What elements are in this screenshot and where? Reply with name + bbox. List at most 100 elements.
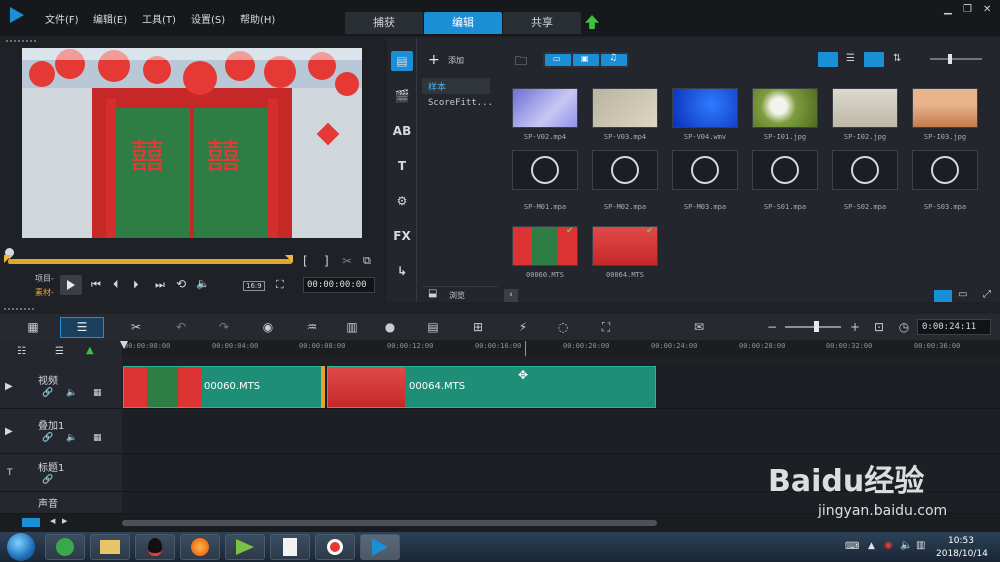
thumb-sp-m01[interactable] (512, 150, 578, 190)
clock-date[interactable]: 2018/10/14 (936, 549, 988, 559)
category-label[interactable]: ScoreFitt... (428, 98, 493, 108)
keyboard-tray-icon[interactable]: ⌨ (845, 541, 859, 552)
volume-tray-icon[interactable]: 🔈 (900, 540, 912, 551)
title-icon[interactable]: T (391, 156, 413, 176)
redo-icon[interactable]: ↷ (215, 319, 233, 335)
track-manager-icon[interactable]: ☷ (17, 346, 26, 357)
track-lane-overlay[interactable] (122, 409, 1000, 454)
path-icon[interactable]: ↳ (391, 261, 413, 281)
thumb-sp-s01[interactable] (752, 150, 818, 190)
add-folder-icon[interactable]: + (428, 52, 440, 68)
previous-frame-icon[interactable]: ⏴ (113, 278, 119, 292)
link-icon[interactable]: 🔗 (42, 433, 53, 443)
security-tray-icon[interactable]: ◉ (884, 540, 893, 551)
graphics-icon[interactable]: ⚙ (391, 191, 413, 211)
taskbar-explorer[interactable] (90, 534, 130, 560)
undo-icon[interactable]: ↶ (172, 319, 190, 335)
collapse-library-button[interactable]: ‹ (504, 289, 518, 302)
panel-layout-button-1[interactable] (934, 290, 952, 302)
repeat-icon[interactable]: ⟲ (176, 277, 186, 291)
next-frame-icon[interactable]: ⏵ (133, 278, 139, 292)
category-label[interactable]: 样本 (428, 80, 446, 93)
auto-music-icon[interactable]: ▥ (343, 319, 361, 335)
menu-help[interactable]: 帮助(H) (240, 11, 275, 26)
multi-camera-icon[interactable]: ⊞ (469, 319, 487, 335)
timeline-grip[interactable] (4, 308, 34, 311)
taskbar-recorder[interactable] (315, 534, 355, 560)
instant-project-icon[interactable]: 🎬 (391, 86, 413, 106)
track-header-voice[interactable] (0, 492, 122, 514)
zoom-fit-button[interactable] (22, 518, 40, 527)
taskbar-firefox[interactable] (180, 534, 220, 560)
track-mute-icon[interactable]: 🔈 (66, 433, 77, 443)
record-capture-icon[interactable]: ◉ (259, 319, 277, 335)
grid-view-button[interactable] (864, 52, 884, 67)
panel-layout-button-2[interactable]: ▭ (958, 289, 967, 300)
thumb-sp-v04[interactable] (672, 88, 738, 128)
mark-in-button[interactable]: [ (303, 254, 308, 268)
zoom-slider[interactable] (785, 326, 841, 328)
clip-trim-handle[interactable] (321, 366, 325, 408)
thumb-sp-m03[interactable] (672, 150, 738, 190)
menu-settings[interactable]: 设置(S) (191, 11, 225, 26)
thumb-sp-s02[interactable] (832, 150, 898, 190)
go-to-end-icon[interactable]: ⏭ (155, 278, 165, 292)
project-mode-label[interactable]: 项目- (35, 273, 54, 284)
thumbnail-size-handle[interactable] (948, 54, 952, 64)
transition-icon[interactable]: AB (391, 121, 413, 141)
menu-edit[interactable]: 编辑(E) (93, 11, 127, 26)
sound-mixer-icon[interactable]: ♒ (303, 319, 321, 335)
thumbnail-size-slider[interactable] (930, 58, 982, 60)
crop-icon[interactable]: ⛶ (276, 278, 284, 292)
taskbar-video-studio[interactable] (360, 534, 400, 560)
zoom-in-icon[interactable]: + (846, 319, 864, 335)
filter-fx-icon[interactable]: FX (391, 226, 413, 246)
tools-icon[interactable]: ✂ (127, 319, 145, 335)
thumb-sp-i03[interactable] (912, 88, 978, 128)
subtitle-editor-icon[interactable]: ▤ (424, 319, 442, 335)
list-view-icon[interactable]: ☰ (846, 53, 855, 64)
zoom-slider-handle[interactable] (814, 321, 819, 332)
track-grid-icon[interactable]: ▦ (93, 388, 102, 398)
volume-icon[interactable]: 🔈 (196, 277, 210, 290)
enlarge-preview-icon[interactable]: ⧉ (363, 254, 371, 268)
thumb-sp-s03[interactable] (912, 150, 978, 190)
timeline-timecode[interactable]: 0:00:24:11 (917, 319, 991, 335)
restore-icon[interactable]: ❐ (963, 4, 972, 15)
check-mark-icon[interactable]: ✉ (690, 319, 708, 335)
track-header-video[interactable] (0, 364, 122, 409)
playhead[interactable] (120, 341, 128, 349)
clip-mode-label[interactable]: 素材- (35, 287, 54, 298)
taskbar-browser-360[interactable] (45, 534, 85, 560)
scrubber-track[interactable] (8, 259, 292, 264)
scroll-left-icon[interactable]: ◀ (50, 517, 55, 525)
play-button[interactable] (60, 275, 82, 295)
aspect-ratio-button[interactable]: 16:9 (243, 281, 265, 291)
link-icon[interactable]: 🔗 (42, 388, 53, 398)
thumb-sp-i02[interactable] (832, 88, 898, 128)
chapter-marker-icon[interactable]: ☰ (55, 346, 64, 357)
add-marker-icon[interactable]: ▲ (86, 345, 94, 356)
loop-icon[interactable]: ◌ (554, 319, 572, 335)
taskbar-document[interactable] (270, 534, 310, 560)
link-icon[interactable]: 🔗 (42, 475, 53, 485)
start-button[interactable] (7, 533, 35, 561)
view-thumbnail-button[interactable] (818, 52, 838, 67)
minimize-icon[interactable]: ▁ (944, 4, 952, 15)
storyboard-view-icon[interactable]: ▦ (24, 319, 42, 335)
add-folder-label[interactable]: 添加 (448, 55, 464, 66)
panel-grip[interactable] (6, 40, 36, 43)
panel-layout-button-3[interactable]: ⤢ (983, 289, 991, 300)
sort-icon[interactable]: ⇅ (893, 53, 901, 64)
scissors-icon[interactable]: ✂ (342, 254, 352, 268)
media-library-icon[interactable]: ▤ (391, 51, 413, 71)
timeline-clip-00060[interactable]: 00060.MTS (123, 366, 323, 408)
tab-share[interactable]: 共享 (503, 12, 581, 34)
timeline-clip-00064[interactable]: 00064.MTS (327, 366, 656, 408)
taskbar-video-app[interactable] (225, 534, 265, 560)
network-tray-icon[interactable]: ▥ (916, 540, 925, 551)
zoom-out-icon[interactable]: − (763, 319, 781, 335)
menu-tools[interactable]: 工具(T) (142, 11, 176, 26)
thumb-sp-m02[interactable] (592, 150, 658, 190)
tab-capture[interactable]: 捕获 (345, 12, 423, 34)
